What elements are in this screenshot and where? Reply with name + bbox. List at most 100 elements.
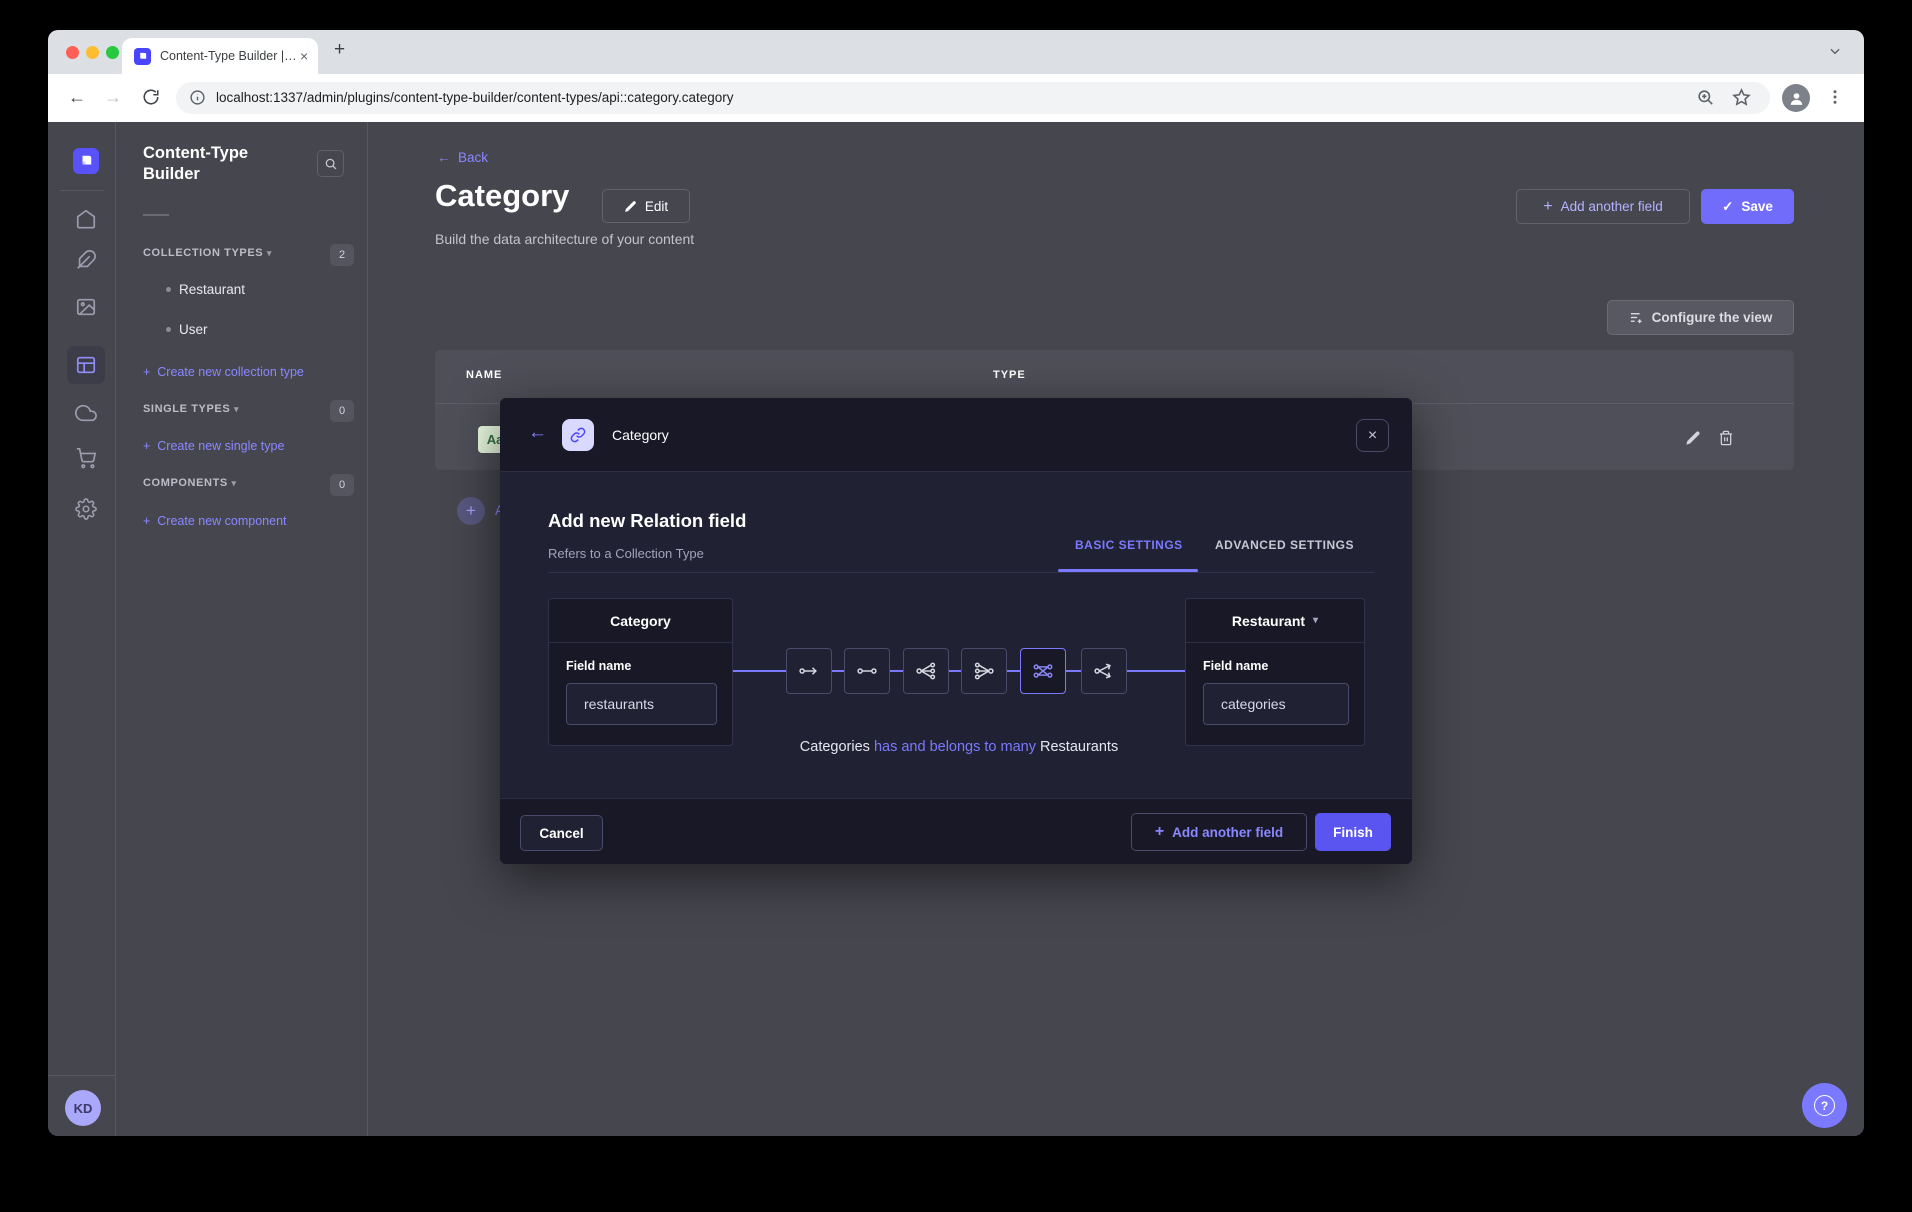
reload-icon[interactable] bbox=[142, 88, 160, 106]
tab-basic-settings[interactable]: BASIC SETTINGS bbox=[1075, 538, 1183, 552]
bookmark-star-icon[interactable] bbox=[1732, 88, 1751, 107]
user-avatar[interactable]: KD bbox=[65, 1090, 101, 1126]
target-field-input[interactable] bbox=[1203, 683, 1349, 725]
components-count-badge: 0 bbox=[330, 474, 354, 496]
relation-one-to-many-icon[interactable] bbox=[903, 648, 949, 694]
plus-icon: + bbox=[1155, 823, 1164, 841]
browser-tab-bar: Content-Type Builder | Strapi × + bbox=[48, 30, 1864, 74]
chevron-down-icon: ▾ bbox=[267, 248, 272, 258]
tab-close-icon[interactable]: × bbox=[300, 48, 308, 64]
save-button[interactable]: ✓Save bbox=[1701, 189, 1794, 224]
site-info-icon[interactable] bbox=[189, 89, 206, 106]
relation-one-way-icon[interactable] bbox=[786, 648, 832, 694]
plus-icon: + bbox=[143, 514, 150, 528]
modal-subtitle: Refers to a Collection Type bbox=[548, 546, 704, 561]
help-button[interactable]: ? bbox=[1802, 1083, 1847, 1128]
pencil-icon bbox=[624, 200, 637, 213]
finish-button[interactable]: Finish bbox=[1315, 813, 1391, 851]
source-field-label: Field name bbox=[566, 659, 631, 673]
source-field-input[interactable] bbox=[566, 683, 717, 725]
modal-add-another-field-button[interactable]: +Add another field bbox=[1131, 813, 1307, 851]
zoom-icon[interactable] bbox=[1696, 88, 1715, 107]
back-link[interactable]: ← Back bbox=[437, 150, 488, 165]
column-header-name: NAME bbox=[466, 369, 502, 381]
content-manager-icon[interactable] bbox=[75, 249, 97, 271]
plus-icon: + bbox=[1543, 198, 1552, 216]
chevron-down-icon: ▾ bbox=[232, 478, 237, 488]
check-icon: ✓ bbox=[1722, 199, 1733, 215]
browser-toolbar: ← → localhost:1337/admin/plugins/content… bbox=[48, 74, 1864, 122]
fullscreen-window-button[interactable] bbox=[106, 46, 119, 59]
delete-field-icon[interactable] bbox=[1718, 430, 1734, 446]
relation-one-to-one-icon[interactable] bbox=[844, 648, 890, 694]
screenshot-canvas: Content-Type Builder | Strapi × + ← → lo… bbox=[0, 0, 1912, 1212]
tab-advanced-settings[interactable]: ADVANCED SETTINGS bbox=[1215, 538, 1354, 552]
content-type-builder-icon[interactable] bbox=[75, 354, 97, 376]
strapi-logo-icon[interactable] bbox=[73, 148, 99, 174]
url-text[interactable]: localhost:1337/admin/plugins/content-typ… bbox=[216, 90, 734, 105]
close-window-button[interactable] bbox=[66, 46, 79, 59]
modal-breadcrumb: Category bbox=[612, 427, 669, 443]
plus-icon: + bbox=[466, 501, 476, 521]
column-header-type: TYPE bbox=[993, 369, 1026, 381]
relation-link-icon bbox=[562, 419, 594, 451]
browser-menu-icon[interactable] bbox=[1826, 87, 1844, 107]
tab-search-chevron-icon[interactable] bbox=[1828, 44, 1842, 58]
target-type-box: Restaurant ▾ Field name bbox=[1185, 598, 1365, 746]
rail-divider bbox=[60, 190, 104, 191]
create-collection-type-link[interactable]: + Create new collection type bbox=[143, 365, 304, 379]
forward-icon[interactable]: → bbox=[104, 87, 122, 108]
plus-icon: + bbox=[143, 365, 150, 379]
create-single-type-link[interactable]: + Create new single type bbox=[143, 439, 284, 453]
panel-title: Content-Type Builder bbox=[143, 143, 303, 185]
browser-profile-avatar[interactable] bbox=[1782, 84, 1810, 112]
media-library-icon[interactable] bbox=[75, 296, 97, 318]
source-type-title: Category bbox=[549, 599, 732, 643]
edit-button[interactable]: Edit bbox=[602, 189, 690, 223]
cloud-icon[interactable] bbox=[75, 402, 97, 424]
source-type-box: Category Field name bbox=[548, 598, 733, 746]
edit-field-icon[interactable] bbox=[1685, 430, 1701, 446]
home-icon[interactable] bbox=[75, 208, 97, 230]
add-field-row-button[interactable]: + bbox=[457, 497, 485, 525]
sidebar-item-restaurant[interactable]: Restaurant bbox=[166, 282, 245, 297]
chevron-down-icon: ▾ bbox=[1313, 615, 1318, 626]
relation-many-to-one-icon[interactable] bbox=[961, 648, 1007, 694]
main-nav-rail: KD bbox=[48, 122, 116, 1136]
browser-tab[interactable]: Content-Type Builder | Strapi × bbox=[122, 38, 318, 74]
create-component-link[interactable]: + Create new component bbox=[143, 514, 287, 528]
arrow-left-icon: ← bbox=[437, 150, 451, 165]
cancel-button[interactable]: Cancel bbox=[520, 815, 603, 851]
settings-gear-icon[interactable] bbox=[75, 498, 97, 520]
back-icon[interactable]: ← bbox=[68, 87, 86, 108]
new-tab-button[interactable]: + bbox=[334, 39, 345, 61]
close-icon: × bbox=[1368, 427, 1377, 445]
address-bar[interactable]: localhost:1337/admin/plugins/content-typ… bbox=[176, 82, 1770, 114]
list-settings-icon bbox=[1629, 310, 1644, 325]
rail-bottom-divider bbox=[48, 1075, 116, 1076]
title-divider bbox=[143, 214, 169, 216]
relation-many-to-many-icon[interactable] bbox=[1020, 648, 1066, 694]
modal-back-icon[interactable]: ← bbox=[528, 422, 547, 444]
page-subtitle: Build the data architecture of your cont… bbox=[435, 231, 694, 247]
add-another-field-button[interactable]: +Add another field bbox=[1516, 189, 1690, 224]
collection-types-count-badge: 2 bbox=[330, 244, 354, 266]
section-collection-types[interactable]: COLLECTION TYPES ▾ bbox=[143, 247, 272, 259]
modal-footer: Cancel +Add another field Finish bbox=[500, 798, 1412, 864]
sidebar-item-user[interactable]: User bbox=[166, 322, 208, 337]
modal-divider bbox=[548, 572, 1374, 573]
plus-icon: + bbox=[143, 439, 150, 453]
search-button[interactable] bbox=[317, 150, 344, 177]
relation-many-way-icon[interactable] bbox=[1081, 648, 1127, 694]
section-single-types[interactable]: SINGLE TYPES ▾ bbox=[143, 403, 239, 415]
target-type-select[interactable]: Restaurant ▾ bbox=[1186, 599, 1364, 643]
section-components[interactable]: COMPONENTS ▾ bbox=[143, 477, 237, 489]
configure-view-button[interactable]: Configure the view bbox=[1607, 300, 1794, 335]
modal-header: ← Category × bbox=[500, 398, 1412, 472]
page-title: Category bbox=[435, 178, 569, 214]
modal-close-button[interactable]: × bbox=[1356, 419, 1389, 452]
marketplace-cart-icon[interactable] bbox=[75, 447, 97, 469]
strapi-favicon-icon bbox=[134, 48, 151, 65]
bullet-icon bbox=[166, 327, 171, 332]
minimize-window-button[interactable] bbox=[86, 46, 99, 59]
